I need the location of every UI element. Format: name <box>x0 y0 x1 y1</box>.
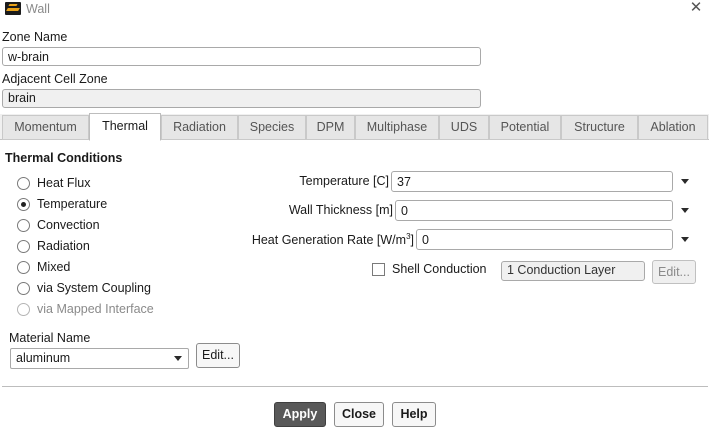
title-bar: Wall ✕ <box>0 0 709 18</box>
tab-structure[interactable]: Structure <box>561 115 638 140</box>
adjacent-cell-zone-label: Adjacent Cell Zone <box>2 72 108 86</box>
tab-momentum[interactable]: Momentum <box>2 115 89 140</box>
radio-label: Mixed <box>37 260 71 274</box>
heat-generation-label: Heat Generation Rate [W/m3] <box>230 232 414 247</box>
close-button[interactable]: Close <box>334 402 384 427</box>
adjacent-cell-zone-field: brain <box>2 89 481 108</box>
radio-heat-flux[interactable]: Heat Flux <box>17 175 91 191</box>
radio-button[interactable] <box>17 260 30 274</box>
radio-label: via Mapped Interface <box>37 302 154 316</box>
chevron-down-icon <box>174 356 182 361</box>
conduction-layers-field: 1 Conduction Layer <box>501 261 645 281</box>
help-button[interactable]: Help <box>392 402 436 427</box>
radio-button-selected[interactable] <box>17 197 30 211</box>
radio-button[interactable] <box>17 218 30 232</box>
heat-generation-label-text: Heat Generation Rate [W/m <box>251 233 407 248</box>
tab-dpm[interactable]: DPM <box>306 115 355 140</box>
radio-label: Temperature <box>37 197 108 211</box>
temperature-label: Temperature [C] <box>299 174 389 188</box>
shell-conduction-label: Shell Conduction <box>392 262 487 276</box>
radio-button[interactable] <box>17 176 30 190</box>
heat-generation-input[interactable] <box>416 229 673 250</box>
radio-mapped-interface: via Mapped Interface <box>17 301 154 317</box>
layers-edit-button[interactable]: Edit... <box>652 260 696 284</box>
heat-generation-label-end: ] <box>410 233 414 248</box>
apply-button[interactable]: Apply <box>274 402 326 427</box>
tab-thermal[interactable]: Thermal <box>89 113 161 141</box>
close-icon[interactable]: ✕ <box>688 0 704 16</box>
shell-conduction-checkbox-row[interactable]: Shell Conduction <box>372 261 487 277</box>
radio-label: Radiation <box>37 239 90 253</box>
material-select-value: aluminum <box>16 351 71 365</box>
tab-multiphase[interactable]: Multiphase <box>355 115 439 140</box>
wall-thickness-input[interactable] <box>395 200 673 221</box>
radio-temperature[interactable]: Temperature <box>17 196 107 212</box>
window-title: Wall <box>26 2 50 16</box>
shell-conduction-checkbox[interactable] <box>372 262 385 276</box>
radio-label: Heat Flux <box>37 176 91 190</box>
radio-system-coupling[interactable]: via System Coupling <box>17 280 151 296</box>
radio-radiation[interactable]: Radiation <box>17 238 90 254</box>
wall-thickness-dropdown-icon[interactable] <box>680 205 690 215</box>
thermal-panel: Thermal Conditions Heat Flux Temperature… <box>0 140 709 437</box>
zone-name-label: Zone Name <box>2 30 68 44</box>
material-select[interactable]: aluminum <box>10 348 189 369</box>
zone-form: Zone Name Adjacent Cell Zone brain <box>0 18 709 114</box>
temperature-input[interactable] <box>391 171 673 192</box>
radio-button[interactable] <box>17 281 30 295</box>
thermal-conditions-title: Thermal Conditions <box>5 151 123 165</box>
material-edit-button[interactable]: Edit... <box>196 343 240 368</box>
tab-uds[interactable]: UDS <box>439 115 489 140</box>
temperature-dropdown-icon[interactable] <box>680 176 690 186</box>
radio-convection[interactable]: Convection <box>17 217 100 233</box>
tab-species[interactable]: Species <box>238 115 306 140</box>
radio-mixed[interactable]: Mixed <box>17 259 70 275</box>
radio-button[interactable] <box>17 239 30 253</box>
radio-label: Convection <box>37 218 100 232</box>
tab-bar: Momentum Thermal Radiation Species DPM M… <box>0 113 709 141</box>
divider <box>2 386 708 387</box>
tab-radiation[interactable]: Radiation <box>161 115 238 140</box>
tab-ablation[interactable]: Ablation <box>638 115 708 140</box>
zone-name-input[interactable] <box>2 47 481 66</box>
radio-label: via System Coupling <box>37 281 151 295</box>
wall-thickness-label: Wall Thickness [m] <box>288 203 393 217</box>
ansys-fluent-icon <box>5 2 21 15</box>
heat-generation-dropdown-icon[interactable] <box>680 234 690 244</box>
material-name-label: Material Name <box>9 331 91 345</box>
tab-potential[interactable]: Potential <box>489 115 561 140</box>
radio-button-disabled <box>17 302 30 316</box>
